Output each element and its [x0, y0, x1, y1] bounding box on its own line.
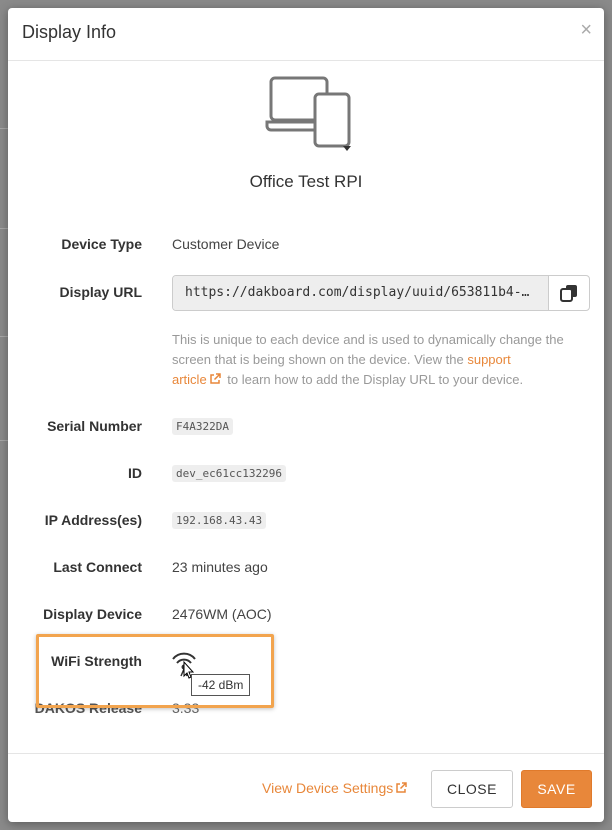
last-connect-label: Last Connect [53, 559, 142, 575]
serial-number-label: Serial Number [47, 418, 142, 434]
device-type-value: Customer Device [172, 236, 280, 252]
external-link-icon [396, 782, 407, 793]
ip-address-label: IP Address(es) [44, 512, 142, 528]
device-name: Office Test RPI [249, 172, 363, 191]
display-url-help: This is unique to each device and is use… [172, 330, 590, 390]
ip-address-value: 192.168.43.43 [172, 512, 267, 529]
highlight-annotation [36, 634, 274, 708]
modal-title: Display Info [22, 22, 117, 42]
save-button[interactable]: SAVE [521, 770, 592, 808]
display-url-input[interactable]: https://dakboard.com/display/uuid/653811… [173, 276, 549, 310]
device-type-label: Device Type [61, 236, 142, 252]
view-device-settings-label: View Device Settings [262, 780, 394, 796]
last-connect-value: 23 minutes ago [172, 559, 268, 575]
copy-url-button[interactable] [549, 276, 589, 310]
view-device-settings-link[interactable]: View Device Settings [262, 780, 410, 796]
close-button[interactable]: CLOSE [431, 770, 513, 808]
display-url-field: https://dakboard.com/display/uuid/653811… [172, 275, 590, 311]
display-device-value: 2476WM (AOC) [172, 606, 272, 622]
display-url-label: Display URL [59, 284, 142, 300]
help-text-part-2: to learn how to add the Display URL to y… [223, 372, 524, 387]
copy-icon [560, 285, 577, 302]
footer-divider [8, 753, 604, 754]
display-info-modal: Display Info × Office Test RPI Device Ty… [8, 8, 604, 822]
display-device-label: Display Device [43, 606, 142, 622]
modal-header: Display Info × [8, 8, 604, 61]
support-article-link-part-1[interactable]: support [467, 352, 510, 367]
support-article-link-part-2[interactable]: article [172, 372, 207, 387]
serial-number-value: F4A322DA [172, 418, 233, 435]
close-icon[interactable]: × [580, 20, 592, 40]
devices-icon [265, 76, 351, 151]
external-link-icon [209, 373, 221, 384]
id-value: dev_ec61cc132296 [172, 465, 286, 482]
id-label: ID [128, 465, 142, 481]
